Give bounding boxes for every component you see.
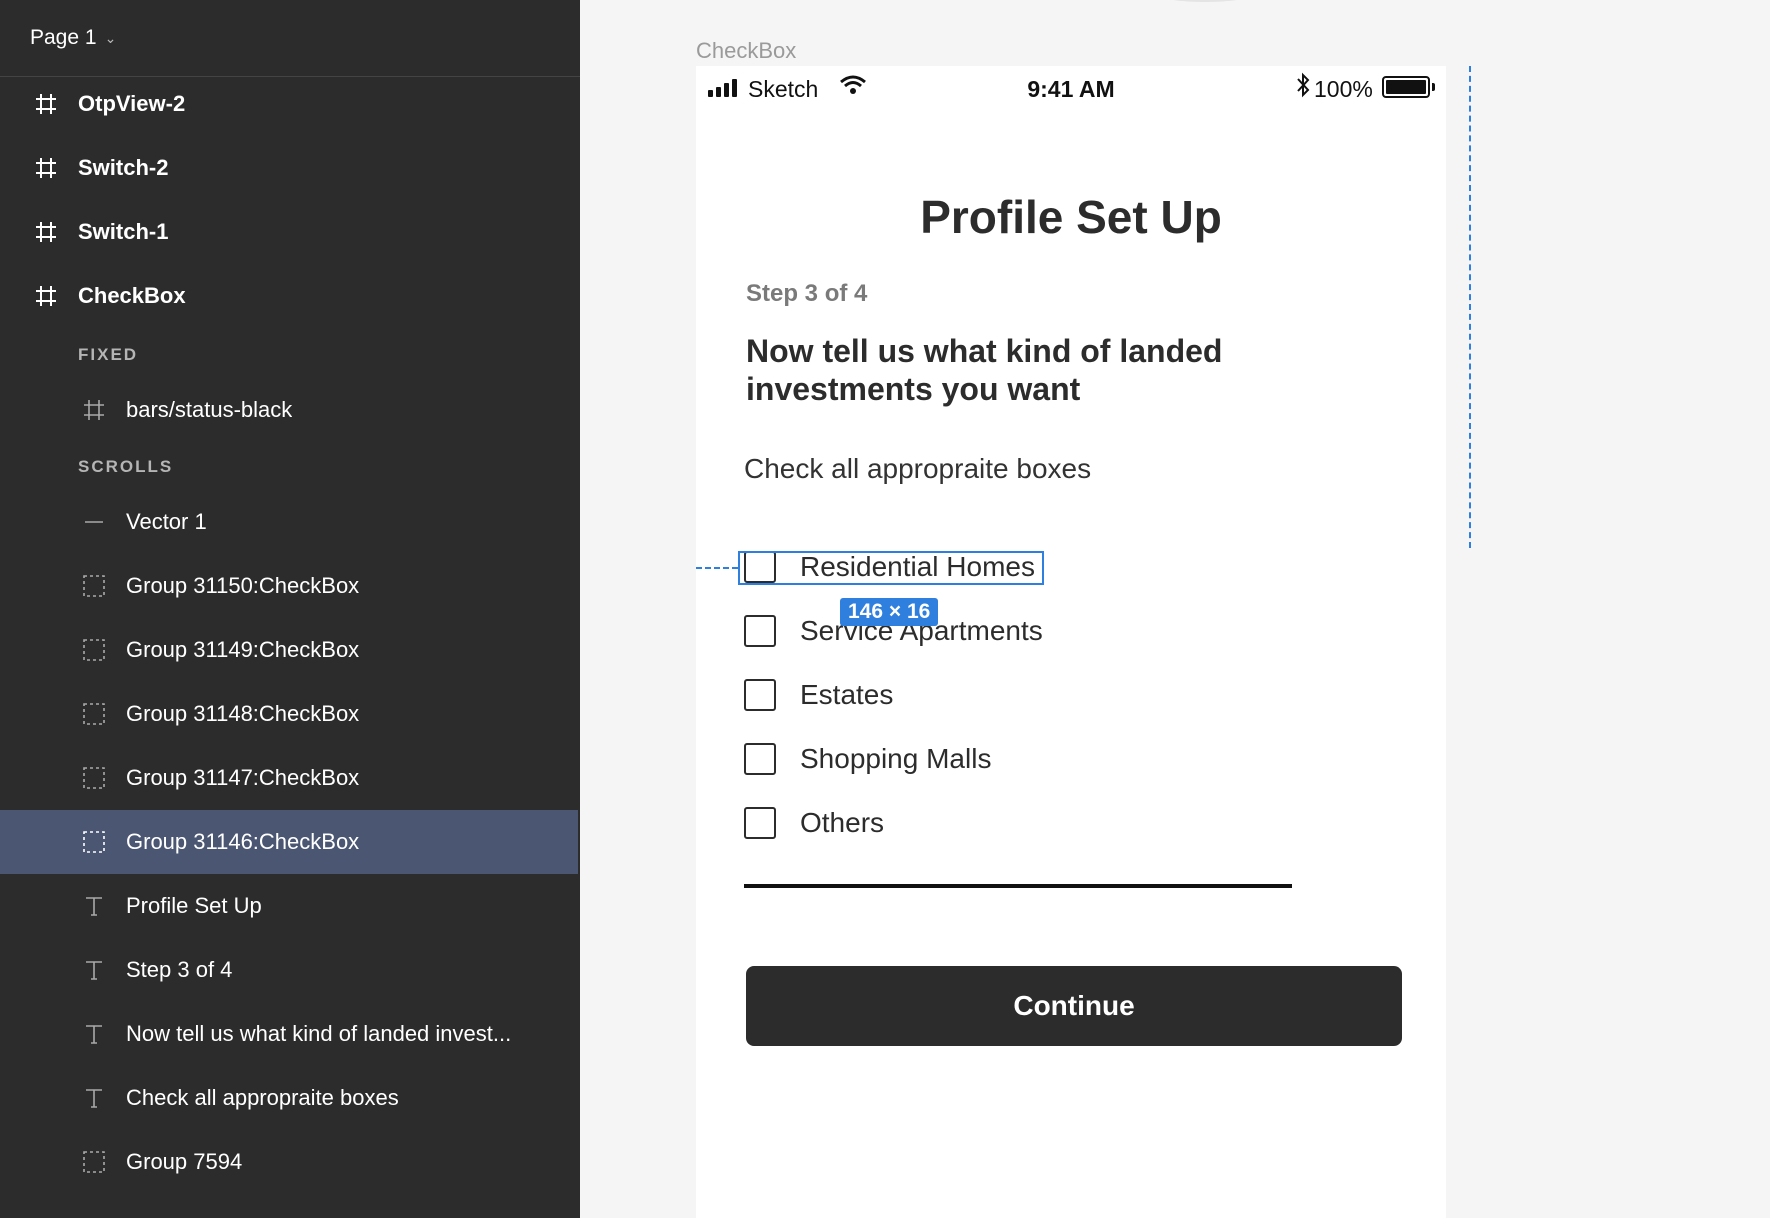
- layer-label: Group 31146:CheckBox: [126, 829, 360, 854]
- layer-frame-otpview-2[interactable]: OtpView-2: [0, 72, 578, 136]
- screen-title: Profile Set Up: [920, 191, 1222, 243]
- layer-label: Group 31149:CheckBox: [126, 637, 360, 662]
- layer-label: Step 3 of 4: [126, 957, 233, 982]
- continue-button[interactable]: Continue: [746, 966, 1402, 1046]
- layer-label: Group 31148:CheckBox: [126, 701, 360, 726]
- page-title: Page 1: [30, 26, 97, 49]
- layer-label: Profile Set Up: [126, 893, 262, 918]
- dimensions-badge: 146 × 16: [840, 598, 939, 626]
- checkbox[interactable]: [744, 807, 776, 839]
- checkbox-label: Residential Homes: [800, 551, 1035, 582]
- layer-label: bars/status-black: [126, 397, 293, 422]
- layer-label: Switch-2: [78, 155, 169, 180]
- status-bar: Sketch 9:41 AM 100%: [696, 66, 1446, 116]
- layer-label: Switch-1: [78, 219, 169, 244]
- layer-label: CheckBox: [78, 283, 186, 308]
- frame-label[interactable]: CheckBox: [696, 38, 796, 64]
- artboard-checkbox[interactable]: Sketch 9:41 AM 100% Profile Set Up Step …: [696, 66, 1446, 1218]
- layer-text-question[interactable]: Now tell us what kind of landed invest..…: [0, 1002, 578, 1066]
- checkbox-option-estates[interactable]: Estates: [744, 675, 893, 715]
- frame-icon: [80, 396, 108, 424]
- layer-frame-switch-1[interactable]: Switch-1: [0, 200, 578, 264]
- group-icon: [80, 1148, 108, 1176]
- layer-group-31146[interactable]: Group 31146:CheckBox: [0, 810, 578, 874]
- measurement-guide-vertical: [1469, 66, 1471, 548]
- text-icon: [80, 892, 108, 920]
- layer-label: Vector 1: [126, 509, 207, 534]
- checkbox-option-others[interactable]: Others: [744, 803, 884, 843]
- wifi-icon: [839, 74, 867, 102]
- layer-label: Group 7594: [126, 1149, 243, 1174]
- frame-icon: [32, 218, 60, 246]
- layers-panel: Page 1 ⌄ OtpView-2 Switch-2 Switch-1 Che…: [0, 0, 580, 1218]
- measurement-guide-horizontal: [696, 567, 738, 569]
- checkbox-option-shopping-malls[interactable]: Shopping Malls: [744, 739, 991, 779]
- checkbox-option-residential-homes[interactable]: Residential Homes: [744, 547, 1035, 587]
- layer-label: OtpView-2: [78, 91, 186, 116]
- frame-icon: [32, 282, 60, 310]
- group-icon: [80, 636, 108, 664]
- instruction-text: Check all appropraite boxes: [744, 453, 1092, 484]
- layer-text-hint[interactable]: Check all appropraite boxes: [0, 1066, 578, 1130]
- frame-icon: [32, 154, 60, 182]
- checkbox[interactable]: [744, 551, 776, 583]
- layer-group-7594[interactable]: Group 7594: [0, 1130, 578, 1194]
- layer-frame-checkbox[interactable]: CheckBox: [0, 264, 578, 328]
- layer-label: Check all appropraite boxes: [126, 1085, 399, 1110]
- battery-icon: [1382, 76, 1430, 98]
- checkbox-label: Shopping Malls: [800, 743, 992, 774]
- bluetooth-icon: [1296, 72, 1310, 104]
- checkbox-label: Others: [800, 807, 885, 838]
- step-indicator: Step 3 of 4: [746, 280, 868, 307]
- page-selector[interactable]: Page 1 ⌄: [0, 0, 580, 77]
- group-icon: [80, 764, 108, 792]
- canvas-decoration: [1160, 0, 1250, 2]
- checkbox[interactable]: [744, 615, 776, 647]
- layer-group-31148[interactable]: Group 31148:CheckBox: [0, 682, 578, 746]
- question-heading: Now tell us what kind of landed investme…: [746, 333, 1223, 407]
- layer-group-31150[interactable]: Group 31150:CheckBox: [0, 554, 578, 618]
- carrier-label: Sketch: [748, 76, 819, 102]
- group-icon: [80, 572, 108, 600]
- layer-label: Group 31150:CheckBox: [126, 573, 360, 598]
- signal-icon: [708, 77, 737, 97]
- frame-icon: [32, 90, 60, 118]
- checkbox[interactable]: [744, 679, 776, 711]
- text-icon: [80, 956, 108, 984]
- layer-vector-1[interactable]: Vector 1: [0, 490, 578, 554]
- checkbox-label: Estates: [800, 679, 894, 710]
- section-label-fixed: FIXED: [78, 345, 139, 364]
- layer-bars-status-black[interactable]: bars/status-black: [0, 378, 578, 442]
- layer-group-31147[interactable]: Group 31147:CheckBox: [0, 746, 578, 810]
- vector-line-icon: [80, 508, 108, 536]
- layer-text-profile-set-up[interactable]: Profile Set Up: [0, 874, 578, 938]
- text-icon: [80, 1084, 108, 1112]
- layer-label: Group 31147:CheckBox: [126, 765, 360, 790]
- layer-label: Now tell us what kind of landed invest..…: [126, 1021, 512, 1046]
- status-time: 9:41 AM: [1027, 76, 1115, 102]
- group-icon: [80, 700, 108, 728]
- layer-text-step[interactable]: Step 3 of 4: [0, 938, 578, 1002]
- battery-tip: [1432, 83, 1435, 91]
- section-label-scrolls: SCROLLS: [78, 457, 174, 476]
- checkbox[interactable]: [744, 743, 776, 775]
- layer-frame-switch-2[interactable]: Switch-2: [0, 136, 578, 200]
- text-icon: [80, 1020, 108, 1048]
- battery-percent: 100%: [1314, 76, 1373, 102]
- group-icon: [80, 828, 108, 856]
- design-canvas[interactable]: CheckBox Sketch 9:41 AM 100% Profile Set…: [580, 0, 1770, 1218]
- layer-group-31149[interactable]: Group 31149:CheckBox: [0, 618, 578, 682]
- vector-divider: [744, 884, 1292, 888]
- chevron-down-icon: ⌄: [104, 29, 117, 46]
